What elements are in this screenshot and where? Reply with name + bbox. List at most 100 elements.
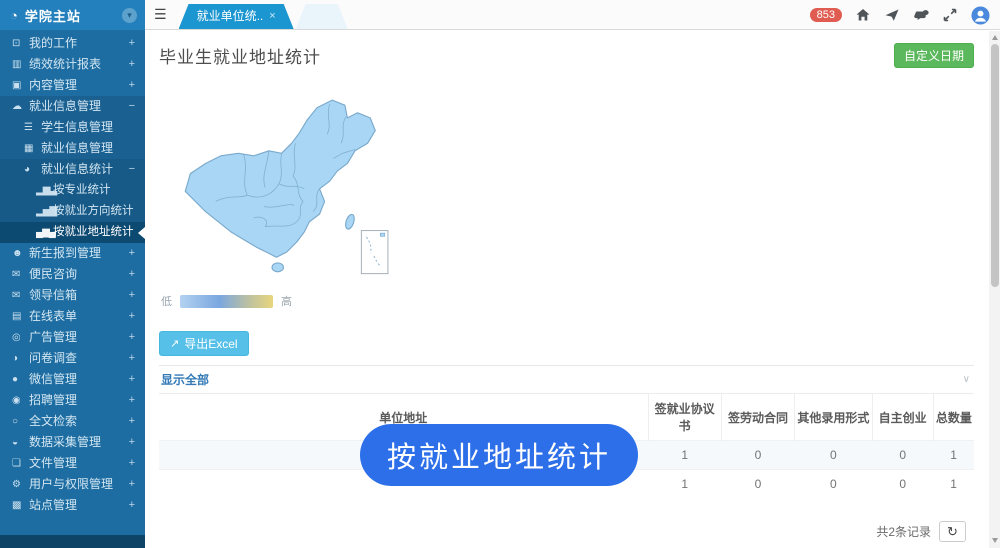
home-icon[interactable] bbox=[855, 7, 871, 23]
send-icon[interactable] bbox=[884, 7, 900, 23]
expand-plus-icon: + bbox=[129, 243, 135, 264]
search-icon: ○ bbox=[12, 411, 29, 432]
sidebar-item-label: 微信管理 bbox=[29, 369, 129, 390]
sidebar-item-stats-by-direction[interactable]: ▂▅▇ 按就业方向统计 bbox=[0, 201, 145, 222]
sidebar-item-stats-by-major[interactable]: ▂▆▃ 按专业统计 bbox=[0, 180, 145, 201]
menu-toggle-icon[interactable]: ☰ bbox=[154, 6, 167, 23]
sidebar-item-ad-mgmt[interactable]: ◎ 广告管理 + bbox=[0, 327, 145, 348]
cell-other: 0 bbox=[795, 470, 872, 499]
col-header-other-hiring[interactable]: 其他录用形式 bbox=[795, 394, 872, 441]
file-icon: ❏ bbox=[12, 453, 29, 474]
cell-labor: 0 bbox=[721, 441, 794, 470]
ad-icon: ◎ bbox=[12, 327, 29, 348]
expand-plus-icon: + bbox=[129, 54, 135, 75]
scroll-up-arrow[interactable] bbox=[989, 32, 1000, 43]
sidebar-item-label: 站点管理 bbox=[29, 495, 129, 516]
sidebar-item-leader-mailbox[interactable]: ✉ 领导信箱 + bbox=[0, 285, 145, 306]
tab-close-icon[interactable]: × bbox=[269, 4, 275, 29]
col-header-labor-contract[interactable]: 签劳动合同 bbox=[721, 394, 794, 441]
expand-plus-icon: + bbox=[129, 474, 135, 495]
collapse-minus-icon: − bbox=[129, 96, 135, 117]
sidebar-item-employment-info-sub[interactable]: ▦ 就业信息管理 bbox=[0, 138, 145, 159]
grid-icon: ▦ bbox=[24, 138, 41, 159]
chevron-down-icon[interactable]: ∨ bbox=[963, 374, 970, 385]
area-chart-icon: ▄▆▄ bbox=[36, 222, 53, 243]
bar-chart-icon: ▂▅▇ bbox=[36, 201, 53, 222]
scrollbar-thumb[interactable] bbox=[991, 44, 999, 287]
col-header-agreement[interactable]: 签就业协议书 bbox=[648, 394, 721, 441]
sidebar-item-label: 便民咨询 bbox=[29, 264, 129, 285]
sidebar-item-stats-by-address[interactable]: ▄▆▄ 按就业地址统计 bbox=[0, 222, 145, 243]
expand-plus-icon: + bbox=[129, 33, 135, 54]
col-header-total[interactable]: 总数量 bbox=[933, 394, 974, 441]
gear-icon: ⚙ bbox=[12, 474, 29, 495]
expand-icon[interactable] bbox=[942, 7, 958, 23]
expand-plus-icon: + bbox=[129, 411, 135, 432]
refresh-button[interactable]: ↻ bbox=[939, 521, 966, 542]
sidebar-item-recruitment-mgmt[interactable]: ◉ 招聘管理 + bbox=[0, 390, 145, 411]
sidebar-item-label: 绩效统计报表 bbox=[29, 54, 129, 75]
sidebar-item-label: 广告管理 bbox=[29, 327, 129, 348]
sidebar-item-label: 文件管理 bbox=[29, 453, 129, 474]
comment-icon: ● bbox=[12, 369, 29, 390]
sidebar-item-performance-reports[interactable]: ▥ 绩效统计报表 + bbox=[0, 54, 145, 75]
legend-low-label: 低 bbox=[161, 293, 172, 309]
action-overlay-pill[interactable]: 按就业地址统计 bbox=[360, 424, 638, 486]
sidebar-item-my-work[interactable]: ⊡ 我的工作 + bbox=[0, 33, 145, 54]
sidebar: ◔ 学院主站 ▾ ⊡ 我的工作 + ▥ 绩效统计报表 + ▣ 内容管理 + bbox=[0, 0, 145, 548]
mailbox-icon: ✉ bbox=[12, 285, 29, 306]
envelope-icon: ✉ bbox=[12, 264, 29, 285]
sidebar-collapse-icon[interactable]: ▾ bbox=[122, 8, 137, 23]
grid-footer: 共2条记录 ↻ bbox=[876, 521, 966, 542]
expand-plus-icon: + bbox=[129, 75, 135, 96]
expand-plus-icon: + bbox=[129, 285, 135, 306]
sidebar-item-label: 用户与权限管理 bbox=[29, 474, 129, 495]
pie-chart-icon: ◕ bbox=[24, 159, 41, 180]
cell-total: 1 bbox=[933, 441, 974, 470]
sidebar-item-site-mgmt[interactable]: ▩ 站点管理 + bbox=[0, 495, 145, 516]
sidebar-item-employment-stats[interactable]: ◕ 就业信息统计 − bbox=[0, 159, 145, 180]
col-header-self-employed[interactable]: 自主创业 bbox=[872, 394, 933, 441]
survey-pie-icon: ◑ bbox=[12, 348, 29, 369]
tab-employment-unit-stats[interactable]: 就业单位统.. × bbox=[179, 4, 294, 29]
export-excel-button[interactable]: ↗ 导出Excel bbox=[159, 331, 249, 356]
sidebar-subgroup-statistics: ◕ 就业信息统计 − ▂▆▃ 按专业统计 ▂▅▇ 按就业方向统计 bbox=[0, 159, 145, 243]
brand[interactable]: ◔ 学院主站 ▾ bbox=[0, 0, 145, 30]
sidebar-menu: ⊡ 我的工作 + ▥ 绩效统计报表 + ▣ 内容管理 + ☁ 就业信息管理 − bbox=[0, 30, 145, 516]
cell-self: 0 bbox=[872, 470, 933, 499]
sidebar-item-label: 按专业统计 bbox=[53, 180, 135, 201]
file-icon: ▣ bbox=[12, 75, 29, 96]
sidebar-item-survey[interactable]: ◑ 问卷调查 + bbox=[0, 348, 145, 369]
south-china-sea-inset bbox=[361, 231, 388, 274]
sidebar-item-content-mgmt[interactable]: ▣ 内容管理 + bbox=[0, 75, 145, 96]
custom-date-button[interactable]: 自定义日期 bbox=[894, 43, 974, 68]
sidebar-item-freshman-registration[interactable]: ☻ 新生报到管理 + bbox=[0, 243, 145, 264]
sidebar-item-wechat-mgmt[interactable]: ● 微信管理 + bbox=[0, 369, 145, 390]
cell-self: 0 bbox=[872, 441, 933, 470]
sidebar-item-employment-info-mgmt[interactable]: ☁ 就业信息管理 − bbox=[0, 96, 145, 117]
expand-plus-icon: + bbox=[129, 369, 135, 390]
scroll-down-arrow[interactable] bbox=[989, 535, 1000, 546]
sidebar-item-student-info-mgmt[interactable]: ☰ 学生信息管理 bbox=[0, 117, 145, 138]
sidebar-item-user-permissions[interactable]: ⚙ 用户与权限管理 + bbox=[0, 474, 145, 495]
sidebar-item-label: 问卷调查 bbox=[29, 348, 129, 369]
bar-chart-icon: ▥ bbox=[12, 54, 29, 75]
user-avatar-icon[interactable] bbox=[971, 6, 990, 25]
sidebar-item-data-collection[interactable]: ◒ 数据采集管理 + bbox=[0, 432, 145, 453]
eye-icon: ◉ bbox=[12, 390, 29, 411]
sidebar-item-file-mgmt[interactable]: ❏ 文件管理 + bbox=[0, 453, 145, 474]
sidebar-item-label: 就业信息管理 bbox=[41, 138, 135, 159]
collapse-minus-icon: − bbox=[129, 159, 135, 180]
expand-plus-icon: + bbox=[129, 306, 135, 327]
sidebar-item-fulltext-search[interactable]: ○ 全文检索 + bbox=[0, 411, 145, 432]
topbar: ☰ 就业单位统.. × 853 bbox=[145, 0, 1000, 30]
sidebar-item-online-forms[interactable]: ▤ 在线表单 + bbox=[0, 306, 145, 327]
notification-badge[interactable]: 853 bbox=[810, 8, 842, 22]
tab-label: 就业单位统.. bbox=[197, 4, 264, 29]
show-all-link[interactable]: 显示全部 bbox=[161, 371, 209, 388]
china-map-chart[interactable]: 低 高 bbox=[159, 90, 459, 309]
sidebar-item-public-consultation[interactable]: ✉ 便民咨询 + bbox=[0, 264, 145, 285]
expand-plus-icon: + bbox=[129, 453, 135, 474]
comments-icon[interactable] bbox=[913, 7, 929, 23]
vertical-scrollbar[interactable] bbox=[989, 31, 1000, 548]
